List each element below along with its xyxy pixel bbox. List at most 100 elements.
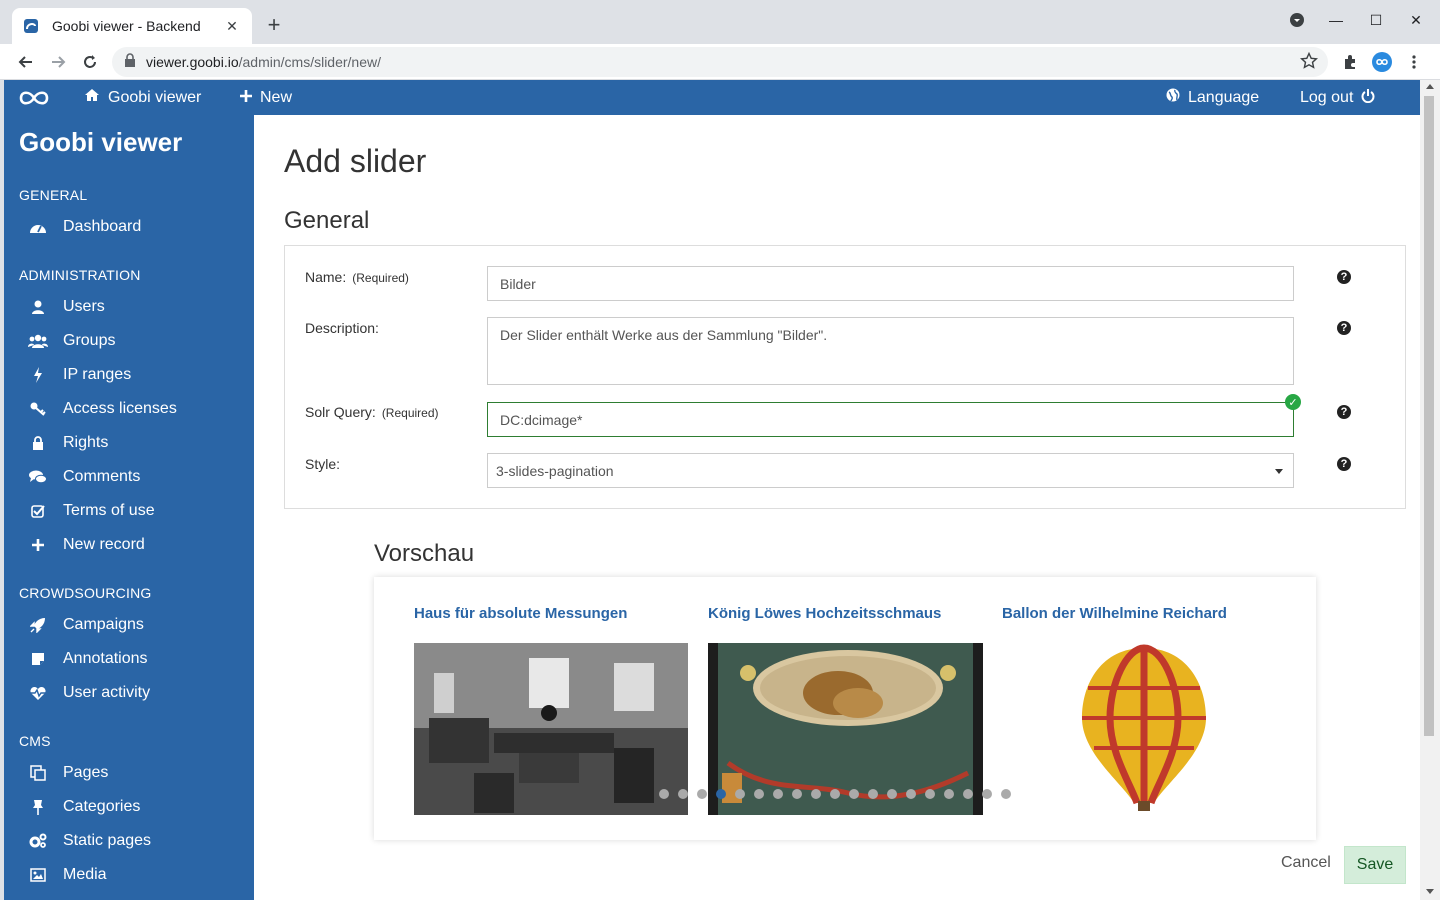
sidebar-item-new-record[interactable]: New record: [28, 532, 145, 558]
help-icon[interactable]: ?: [1337, 321, 1351, 335]
plus-icon: [28, 535, 48, 555]
logout-link[interactable]: Log out: [1300, 80, 1375, 115]
pagination-dot[interactable]: [925, 789, 935, 799]
bookmark-star-icon[interactable]: [1299, 51, 1319, 75]
scroll-down-icon[interactable]: [1426, 889, 1434, 894]
section-title-cms: CMS: [19, 733, 51, 749]
sidebar-item-campaigns[interactable]: Campaigns: [28, 612, 144, 638]
profile-dropdown-icon[interactable]: [1285, 12, 1309, 31]
section-title: General: [284, 207, 370, 234]
address-bar[interactable]: viewer.goobi.io/admin/cms/slider/new/: [112, 47, 1328, 77]
general-form: Name: (Required) Bilder ? Description: De…: [284, 245, 1406, 509]
pagination-dot[interactable]: [678, 789, 688, 799]
pagination-dot[interactable]: [811, 789, 821, 799]
tab-title: Goobi viewer - Backend: [52, 18, 201, 34]
save-button[interactable]: Save: [1344, 846, 1406, 884]
plus-icon: [240, 89, 252, 107]
tab-close-icon[interactable]: ✕: [222, 18, 242, 35]
sticky-note-icon: [28, 649, 48, 669]
solr-query-input[interactable]: DC:dcimage*: [487, 402, 1294, 437]
valid-check-icon: ✓: [1285, 394, 1301, 410]
top-navigation: Goobi viewer New Language Log out: [4, 80, 1420, 115]
sidebar-item-access-licenses[interactable]: Access licenses: [28, 396, 177, 422]
pagination-dot[interactable]: [944, 789, 954, 799]
new-link[interactable]: New: [240, 80, 292, 115]
lock-icon: [28, 433, 48, 453]
style-label: Style:: [305, 456, 341, 472]
pagination-dot[interactable]: [887, 789, 897, 799]
name-input[interactable]: Bilder: [487, 266, 1294, 301]
goobi-logo-icon[interactable]: [18, 80, 50, 115]
sidebar-item-user-activity[interactable]: User activity: [28, 680, 150, 706]
help-icon[interactable]: ?: [1337, 457, 1351, 471]
slide-title-1[interactable]: Haus für absolute Messungen: [414, 605, 627, 622]
pagination-dot[interactable]: [830, 789, 840, 799]
slide-title-3[interactable]: Ballon der Wilhelmine Reichard: [1002, 605, 1227, 622]
close-window-icon[interactable]: ✕: [1404, 12, 1428, 29]
slider-preview: Haus für absolute Messungen König Löwes …: [374, 577, 1316, 840]
pagination-dot[interactable]: [963, 789, 973, 799]
sidebar-item-groups[interactable]: Groups: [28, 328, 115, 354]
sidebar-item-annotations[interactable]: Annotations: [28, 646, 148, 672]
help-icon[interactable]: ?: [1337, 405, 1351, 419]
home-icon: [84, 88, 100, 107]
slide-image-1[interactable]: [414, 643, 688, 815]
help-icon[interactable]: ?: [1337, 270, 1351, 284]
pagination-dot[interactable]: [906, 789, 916, 799]
image-icon: [28, 865, 48, 885]
app-window: Goobi viewer New Language Log out Goobi …: [4, 80, 1420, 900]
home-link[interactable]: Goobi viewer: [84, 80, 201, 115]
pagination-dot[interactable]: [868, 789, 878, 799]
user-icon: [28, 297, 48, 317]
pagination-dot[interactable]: [659, 789, 669, 799]
bolt-icon: [28, 365, 48, 385]
slide-image-3[interactable]: [1002, 643, 1277, 815]
pagination-dot[interactable]: [754, 789, 764, 799]
browser-tab[interactable]: Goobi viewer - Backend ✕: [12, 8, 252, 44]
browser-menu-icon[interactable]: [1402, 50, 1426, 74]
maximize-icon[interactable]: ☐: [1364, 12, 1388, 29]
slide-title-2[interactable]: König Löwes Hochzeitsschmaus: [708, 605, 941, 622]
users-icon: [28, 331, 48, 351]
pagination-dot[interactable]: [697, 789, 707, 799]
extensions-puzzle-icon[interactable]: [1338, 50, 1362, 74]
sidebar-item-static-pages[interactable]: Static pages: [28, 828, 151, 854]
sidebar-item-categories[interactable]: Categories: [28, 794, 140, 820]
pagination-dot[interactable]: [735, 789, 745, 799]
pagination-dot[interactable]: [716, 789, 726, 799]
pagination-dot[interactable]: [773, 789, 783, 799]
sidebar-item-pages[interactable]: Pages: [28, 760, 108, 786]
sidebar-item-dashboard[interactable]: Dashboard: [28, 214, 141, 240]
section-title-crowdsourcing: CROWDSOURCING: [19, 585, 152, 601]
scrollbar-thumb[interactable]: [1424, 96, 1434, 736]
key-icon: [28, 399, 48, 419]
new-tab-icon[interactable]: +: [262, 14, 286, 38]
url-text: viewer.goobi.io/admin/cms/slider/new/: [146, 54, 382, 70]
section-title-administration: ADMINISTRATION: [19, 267, 141, 283]
style-select[interactable]: 3-slides-pagination: [487, 453, 1294, 488]
back-icon[interactable]: [14, 50, 38, 74]
sidebar-item-media[interactable]: Media: [28, 862, 107, 888]
scroll-up-icon[interactable]: [1426, 84, 1434, 89]
pagination-dot[interactable]: [1001, 789, 1011, 799]
power-icon: [1361, 88, 1375, 108]
sidebar-item-comments[interactable]: Comments: [28, 464, 140, 490]
pagination-dot[interactable]: [792, 789, 802, 799]
language-switch[interactable]: Language: [1166, 80, 1259, 115]
cancel-button[interactable]: Cancel: [1281, 846, 1331, 880]
pagination-dot[interactable]: [982, 789, 992, 799]
sidebar-item-ip-ranges[interactable]: IP ranges: [28, 362, 131, 388]
minimize-icon[interactable]: —: [1324, 12, 1348, 28]
sidebar-item-users[interactable]: Users: [28, 294, 105, 320]
check-square-icon: [28, 501, 48, 521]
forward-icon[interactable]: [46, 50, 70, 74]
page-scrollbar[interactable]: [1420, 80, 1440, 900]
pagination-dot[interactable]: [849, 789, 859, 799]
description-textarea[interactable]: Der Slider enthält Werke aus der Sammlun…: [487, 317, 1294, 385]
heartbeat-icon: [28, 683, 48, 703]
goobi-extension-icon[interactable]: [1370, 50, 1394, 74]
sidebar-item-terms-of-use[interactable]: Terms of use: [28, 498, 155, 524]
cogs-icon: [28, 831, 48, 851]
reload-icon[interactable]: [78, 50, 102, 74]
sidebar-item-rights[interactable]: Rights: [28, 430, 108, 456]
